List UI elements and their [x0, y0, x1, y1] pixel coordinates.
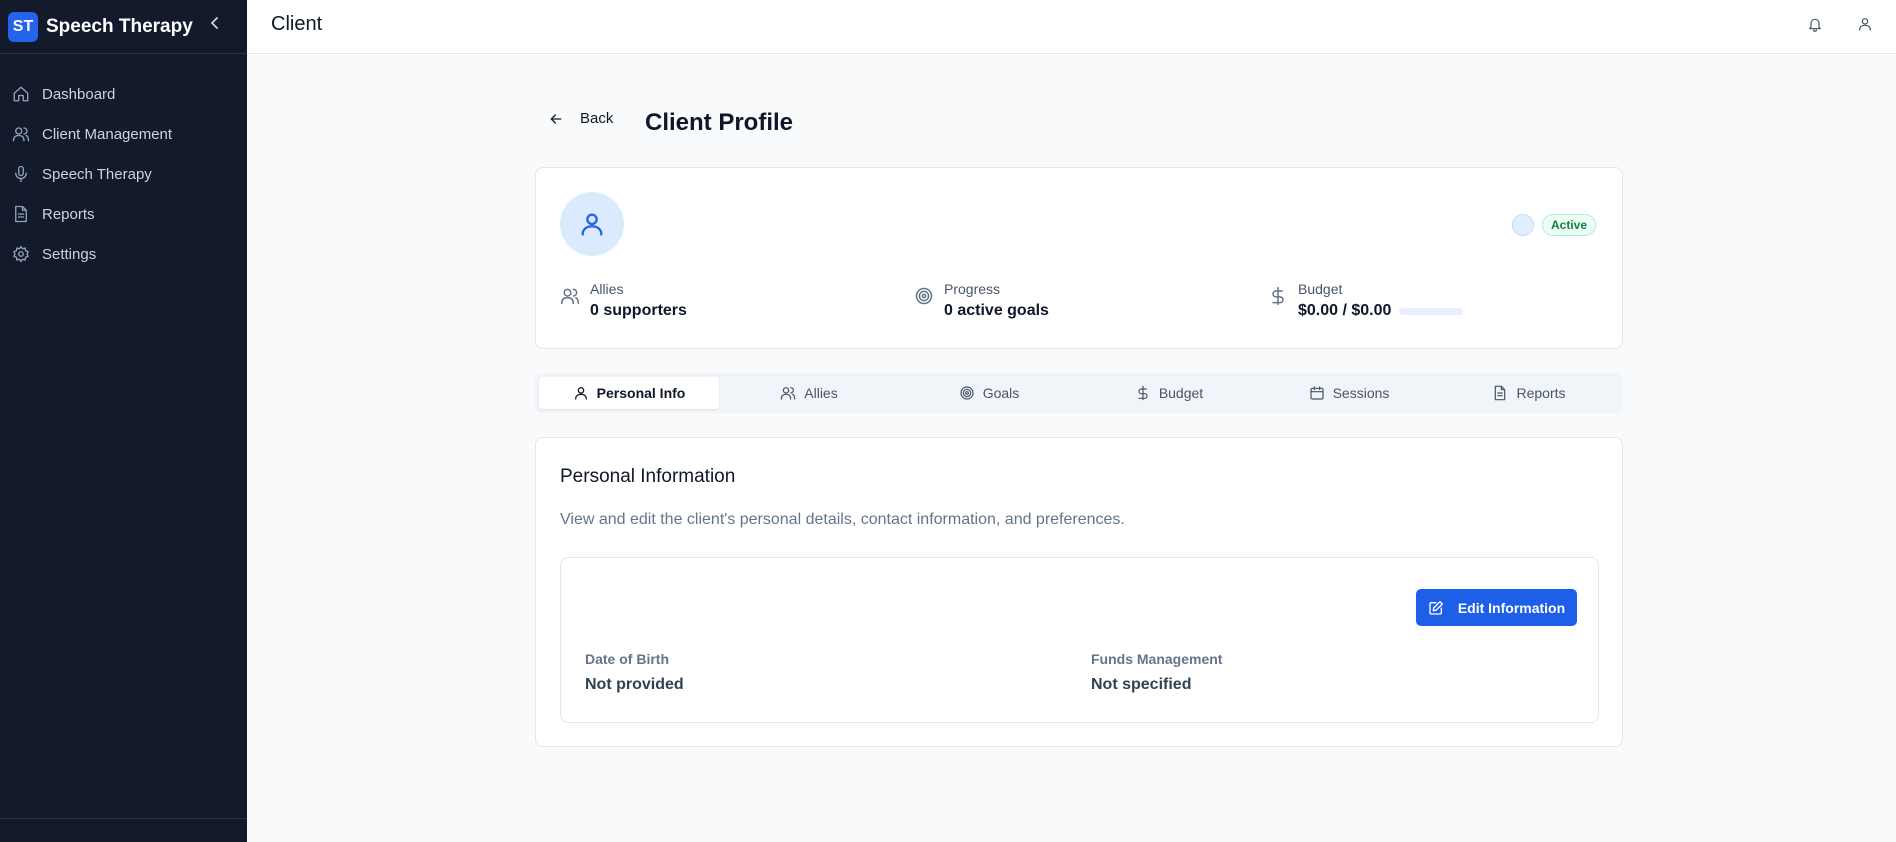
user-icon [1859, 18, 1871, 31]
sidebar-item-label: Dashboard [42, 85, 116, 103]
sidebar-item-label: Client Management [42, 125, 173, 143]
calendar-icon [1309, 386, 1324, 400]
mic-icon [15, 165, 27, 183]
app-name[interactable]: Speech Therapy [46, 16, 193, 38]
sidebar-item-speech-therapy[interactable]: Speech Therapy [0, 154, 247, 194]
stat-progress: Progress 0 active goals [914, 281, 1049, 320]
status-indicator [1512, 214, 1534, 236]
tab-sessions[interactable]: Sessions [1259, 377, 1439, 409]
stat-allies: Allies 0 supporters [560, 281, 687, 320]
tab-budget[interactable]: Budget [1079, 377, 1259, 409]
target-icon [960, 386, 974, 400]
personal-details-panel: Edit Information Date of Birth Not provi… [560, 557, 1599, 723]
stat-label: Budget [1298, 281, 1343, 297]
sidebar-item-label: Speech Therapy [42, 165, 152, 183]
field-label: Funds Management [1091, 651, 1223, 667]
stat-label: Allies [590, 281, 624, 297]
sidebar-item-label: Settings [42, 245, 97, 263]
profile-summary-card: Active Allies 0 supporters Progress 0 ac… [535, 167, 1623, 349]
field-date-of-birth: Date of Birth Not provided [585, 651, 684, 694]
tab-personal-info[interactable]: Personal Info [539, 377, 719, 409]
sidebar-item-client-management[interactable]: Client Management [0, 114, 247, 154]
budget-progress-bar [1399, 307, 1464, 315]
section-title: Personal Information [560, 466, 736, 487]
user-icon [581, 213, 603, 236]
tab-label: Goals [982, 385, 1020, 401]
dollar-icon [1272, 286, 1284, 306]
bell-icon [1809, 18, 1821, 32]
users-icon [12, 127, 30, 142]
arrow-left-icon [550, 113, 562, 124]
field-value: Not specified [1091, 676, 1192, 693]
dollar-icon [1138, 385, 1148, 401]
users-icon [780, 387, 796, 400]
notifications-button[interactable] [1805, 14, 1825, 34]
top-header: Client [247, 0, 1896, 54]
tab-label: Reports [1516, 385, 1566, 401]
sidebar-item-dashboard[interactable]: Dashboard [0, 74, 247, 114]
budget-value: $0.00 / $0.00 [1298, 302, 1392, 319]
file-icon [1495, 385, 1506, 401]
sidebar-footer [0, 818, 247, 842]
edit-icon [1429, 600, 1443, 615]
sidebar-item-reports[interactable]: Reports [0, 194, 247, 234]
back-button[interactable]: Back [548, 110, 613, 127]
app-logo[interactable]: ST [8, 11, 38, 42]
edit-information-button[interactable]: Edit Information [1416, 589, 1577, 626]
stat-value-row: $0.00 / $0.00 [1298, 302, 1464, 320]
avatar [560, 192, 624, 256]
stat-label: Progress [944, 281, 1001, 297]
tab-label: Allies [804, 385, 838, 401]
status-badge: Active [1542, 214, 1597, 236]
field-label: Date of Birth [585, 651, 669, 667]
profile-tabs: Personal Info Allies Goals Budget Sessio… [535, 373, 1623, 413]
sidebar-nav: Dashboard Client Management Speech Thera… [0, 54, 247, 274]
chevron-left-icon [211, 17, 218, 29]
stat-value: 0 supporters [590, 302, 687, 319]
page-title: Client Profile [645, 109, 794, 136]
section-description: View and edit the client's personal deta… [560, 511, 1125, 528]
user-menu-button[interactable] [1855, 14, 1875, 34]
tab-goals[interactable]: Goals [899, 377, 1079, 409]
stat-value: 0 active goals [944, 302, 1049, 319]
stat-budget: Budget $0.00 / $0.00 [1268, 281, 1464, 320]
file-icon [15, 205, 27, 223]
sidebar: ST Speech Therapy Dashboard Client Manag… [0, 0, 247, 842]
edit-label: Edit Information [1457, 599, 1566, 616]
user-icon [574, 387, 587, 400]
tab-label: Personal Info [596, 385, 686, 401]
target-icon [915, 287, 933, 305]
users-icon [560, 288, 580, 305]
field-value: Not provided [585, 676, 684, 693]
home-icon [13, 86, 29, 102]
sidebar-item-label: Reports [42, 205, 95, 223]
header-title: Client [271, 13, 323, 35]
tab-label: Sessions [1332, 385, 1390, 401]
tab-allies[interactable]: Allies [719, 377, 899, 409]
sidebar-item-settings[interactable]: Settings [0, 234, 247, 274]
collapse-sidebar-button[interactable] [206, 12, 224, 34]
field-funds-management: Funds Management Not specified [1091, 651, 1222, 694]
tab-label: Budget [1158, 385, 1204, 401]
personal-info-card: Personal Information View and edit the c… [535, 437, 1623, 747]
gear-icon [13, 245, 29, 263]
back-label: Back [580, 110, 614, 127]
tab-reports[interactable]: Reports [1439, 377, 1619, 409]
